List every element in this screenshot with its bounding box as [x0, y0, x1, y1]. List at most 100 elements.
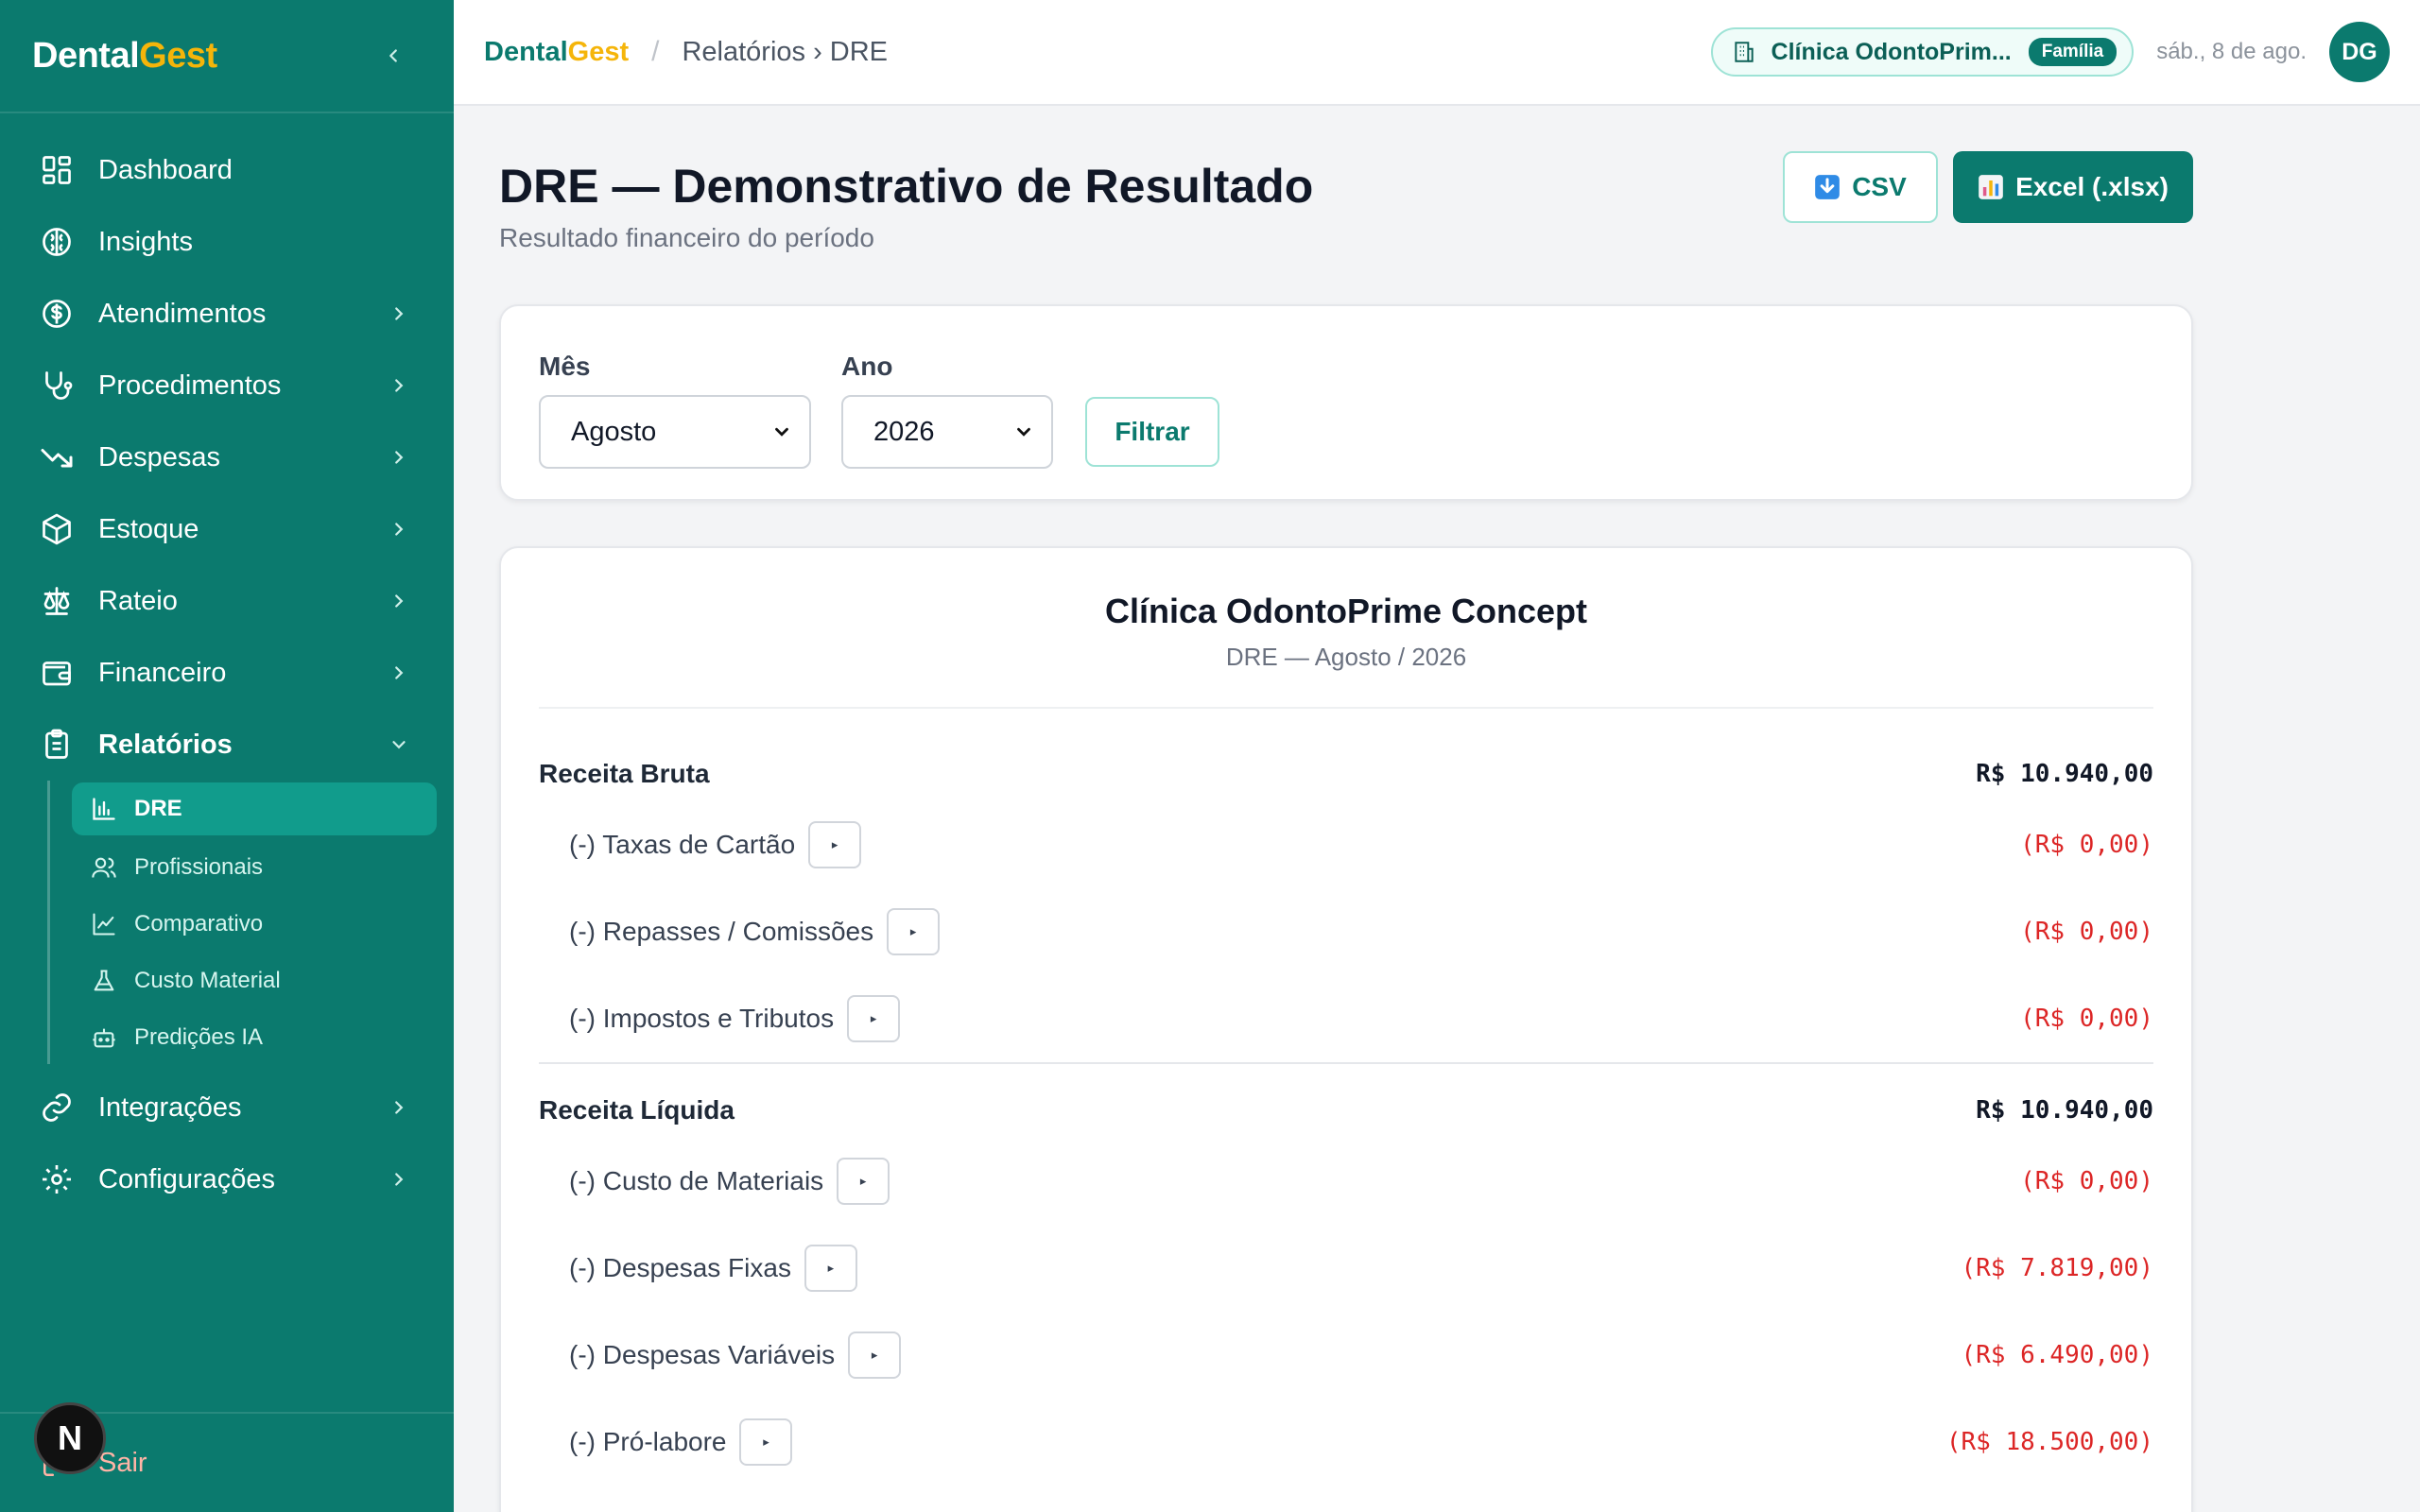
expand-row-button[interactable]: ▸ — [808, 821, 862, 868]
sidebar-subitem-dre[interactable]: DRE — [72, 782, 437, 835]
deduction-row: (-) Despesas Variáveis ▸ (R$ 6.490,00) — [539, 1312, 2153, 1399]
expand-row-button[interactable]: ▸ — [837, 1158, 890, 1205]
row-amount: (R$ 0,00) — [2020, 1167, 2153, 1195]
row-label: (-) Impostos e Tributos — [569, 1004, 835, 1033]
avatar[interactable]: DG — [2329, 22, 2390, 82]
section-divider — [539, 1062, 2153, 1064]
sidebar-item-procedimentos[interactable]: Procedimentos — [0, 350, 454, 421]
sidebar-item-rateio[interactable]: Rateio — [0, 565, 454, 637]
sidebar-subitem-comparativo[interactable]: Comparativo — [72, 896, 437, 953]
sidebar-item-label: Relatórios — [98, 729, 233, 760]
sidebar-item-label: Rateio — [98, 585, 178, 616]
wallet-icon — [38, 654, 76, 692]
sidebar-subitem-custo-material[interactable]: Custo Material — [72, 953, 437, 1009]
export-actions: CSV Excel (.xlsx) — [1783, 151, 2193, 223]
brain-icon — [38, 223, 76, 261]
relatorios-submenu: DRE Profissionais Comparativo Custo Mate… — [47, 781, 454, 1072]
flask-icon — [89, 966, 119, 996]
chevron-down-icon — [775, 427, 788, 437]
collapse-sidebar-button[interactable] — [374, 37, 412, 75]
sidebar-item-dashboard[interactable]: Dashboard — [0, 134, 454, 206]
dollar-circle-icon — [38, 295, 76, 333]
sidebar-item-estoque[interactable]: Estoque — [0, 493, 454, 565]
app-logo[interactable]: DentalGest — [32, 36, 217, 77]
sidebar-subitem-predicoes-ia[interactable]: Predições IA — [72, 1009, 437, 1066]
sidebar-item-financeiro[interactable]: Financeiro — [0, 637, 454, 709]
sidebar-subitem-label: Profissionais — [134, 854, 264, 880]
row-label: Receita Líquida — [539, 1095, 735, 1125]
clinic-selector[interactable]: Clínica OdontoPrim... Família — [1710, 27, 2135, 77]
deduction-row: (-) Pró-labore ▸ (R$ 18.500,00) — [539, 1399, 2153, 1486]
chevron-right-icon — [386, 588, 412, 614]
net-revenue-row: Receita Líquida R$ 10.940,00 — [539, 1083, 2153, 1138]
year-label: Ano — [841, 352, 893, 381]
chevron-left-icon — [389, 49, 397, 62]
robot-icon — [89, 1022, 119, 1053]
row-label: (-) Despesas Fixas — [569, 1253, 791, 1282]
sidebar-item-configuracoes[interactable]: Configurações — [0, 1143, 454, 1215]
expand-row-button[interactable]: ▸ — [847, 995, 901, 1042]
row-label: (-) Despesas Variáveis — [569, 1340, 836, 1369]
row-label: (-) Custo de Materiais — [569, 1166, 824, 1195]
deduction-row: (-) Impostos e Tributos ▸ (R$ 0,00) — [539, 975, 2153, 1062]
plan-badge: Família — [2028, 38, 2118, 66]
expand-row-button[interactable]: ▸ — [739, 1418, 793, 1466]
export-excel-button[interactable]: Excel (.xlsx) — [1953, 151, 2193, 223]
chevron-right-icon — [386, 444, 412, 471]
dev-tools-badge[interactable]: N — [34, 1402, 106, 1474]
chevron-right-icon — [386, 372, 412, 399]
month-label: Mês — [539, 352, 591, 381]
row-amount: (R$ 18.500,00) — [1945, 1428, 2153, 1456]
chevron-down-icon — [386, 731, 412, 758]
export-excel-label: Excel (.xlsx) — [2015, 172, 2169, 201]
row-amount: (R$ 0,00) — [2020, 918, 2153, 946]
sidebar-item-label: Integrações — [98, 1091, 242, 1123]
sidebar-item-label: Dashboard — [98, 154, 233, 185]
deduction-row: (-) Taxas de Cartão ▸ (R$ 0,00) — [539, 801, 2153, 888]
filter-card: Mês Agosto Ano 2026 Filtrar — [499, 304, 2193, 501]
dre-report-card: Clínica OdontoPrime Concept DRE — Agosto… — [499, 546, 2193, 1512]
bar-chart-icon — [1978, 174, 2004, 200]
scale-icon — [38, 582, 76, 620]
sidebar-item-label: Despesas — [98, 441, 220, 472]
page-subtitle: Resultado financeiro do período — [499, 223, 874, 252]
sidebar-item-despesas[interactable]: Despesas — [0, 421, 454, 493]
breadcrumb-separator: / — [651, 36, 660, 67]
expand-row-button[interactable]: ▸ — [887, 908, 941, 955]
bar-chart-icon — [89, 794, 119, 824]
gross-revenue-row: Receita Bruta R$ 10.940,00 — [539, 747, 2153, 801]
export-csv-button[interactable]: CSV — [1783, 151, 1938, 223]
row-amount: R$ 10.940,00 — [1976, 760, 2153, 788]
row-amount: (R$ 7.819,00) — [1961, 1254, 2154, 1282]
expand-row-button[interactable]: ▸ — [848, 1332, 902, 1379]
report-period: DRE — Agosto / 2026 — [1225, 643, 1467, 671]
sidebar-item-integracoes[interactable]: Integrações — [0, 1072, 454, 1143]
sidebar-brand: DentalGest — [0, 0, 454, 113]
chevron-right-icon — [386, 660, 412, 686]
sidebar-item-label: Estoque — [98, 513, 199, 544]
topbar: DentalGest / Relatórios › DRE Clínica Od… — [454, 0, 2420, 106]
main-content: DRE — Demonstrativo de Resultado Resulta… — [499, 106, 2193, 1512]
breadcrumb-home[interactable]: DentalGest — [484, 37, 629, 68]
sidebar-item-atendimentos[interactable]: Atendimentos — [0, 278, 454, 350]
month-select-value: Agosto — [571, 416, 657, 447]
row-amount: (R$ 0,00) — [2020, 831, 2153, 859]
expand-row-button[interactable]: ▸ — [804, 1245, 857, 1292]
report-clinic-name: Clínica OdontoPrime Concept — [1104, 592, 1588, 630]
chevron-right-icon — [386, 516, 412, 542]
building-icon — [1732, 38, 1760, 66]
sidebar-item-relatorios[interactable]: Relatórios — [0, 709, 454, 781]
gear-icon — [38, 1160, 76, 1198]
report-header: Clínica OdontoPrime Concept DRE — Agosto… — [539, 548, 2153, 709]
sidebar-item-insights[interactable]: Insights — [0, 206, 454, 278]
year-select[interactable]: 2026 — [841, 395, 1053, 469]
dre-rows: Receita Bruta R$ 10.940,00 (-) Taxas de … — [501, 709, 2191, 1486]
topbar-right: Clínica OdontoPrim... Família sáb., 8 de… — [1710, 22, 2390, 82]
sidebar-item-label: Financeiro — [98, 657, 227, 688]
deduction-row: (-) Despesas Fixas ▸ (R$ 7.819,00) — [539, 1225, 2153, 1312]
month-select[interactable]: Agosto — [539, 395, 811, 469]
chevron-down-icon — [1017, 427, 1030, 437]
trending-down-icon — [38, 438, 76, 476]
sidebar-subitem-profissionais[interactable]: Profissionais — [72, 839, 437, 896]
filter-button[interactable]: Filtrar — [1085, 397, 1219, 467]
